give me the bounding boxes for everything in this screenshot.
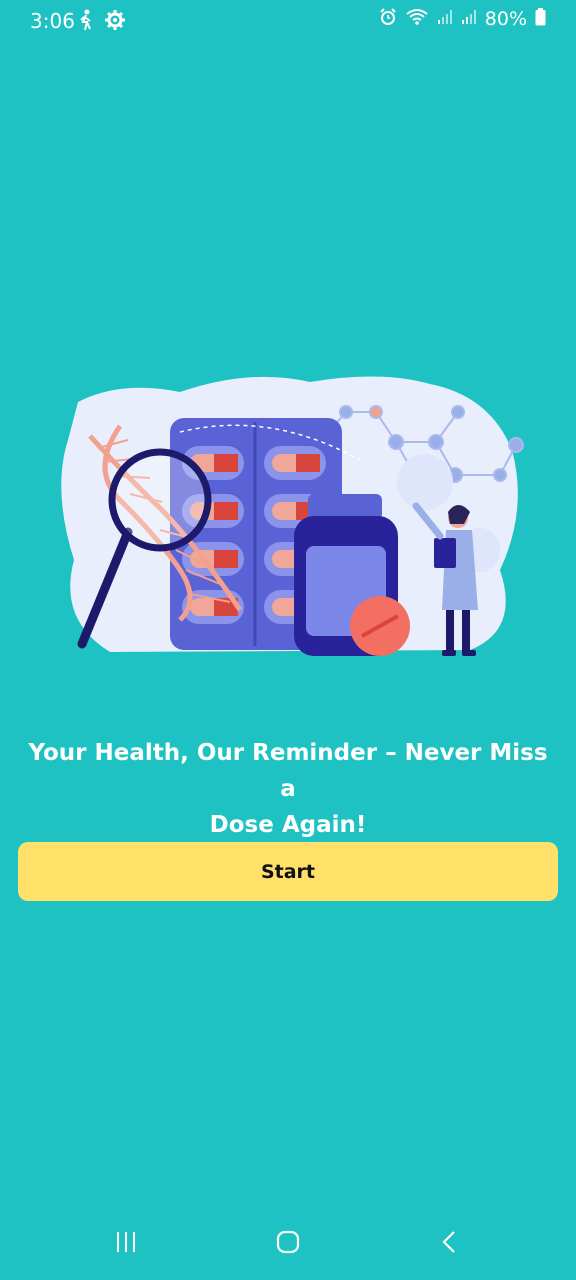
navigation-bar [0, 1215, 576, 1271]
signal-icon [461, 9, 477, 29]
status-bar: 3:06 80% [0, 0, 576, 44]
home-button[interactable] [268, 1227, 308, 1261]
gear-icon [104, 9, 126, 35]
start-button[interactable]: Start [18, 842, 558, 901]
back-button[interactable] [430, 1227, 470, 1261]
start-button-label: Start [260, 860, 316, 883]
headline-line-1: Your Health, Our Reminder – Never Miss a [28, 740, 548, 802]
recent-apps-icon [114, 1230, 138, 1258]
headline-line-2: Dose Again! [209, 812, 367, 838]
walking-icon [78, 9, 94, 35]
onboarding-headline: Your Health, Our Reminder – Never Miss a… [20, 735, 556, 843]
battery-icon [535, 8, 546, 30]
alarm-icon [379, 8, 397, 30]
home-icon [276, 1230, 300, 1258]
medicine-illustration [50, 370, 526, 670]
wifi-icon [405, 8, 429, 30]
battery-percent: 80% [484, 8, 527, 30]
back-icon [438, 1230, 462, 1258]
signal-icon [437, 9, 453, 29]
status-time: 3:06 [30, 9, 75, 33]
recent-apps-button[interactable] [106, 1227, 146, 1261]
